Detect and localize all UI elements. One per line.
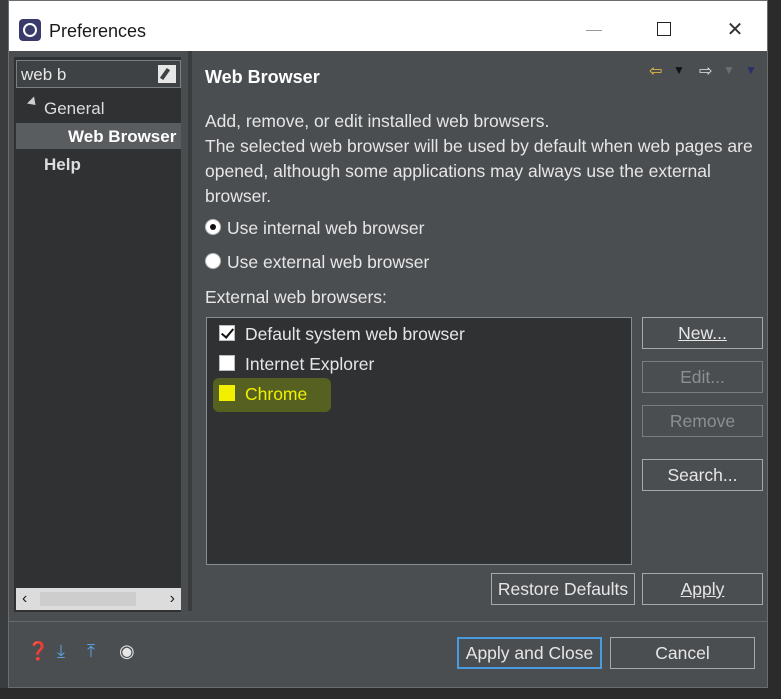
- search-button[interactable]: Search...: [642, 459, 763, 491]
- browser-label: Internet Explorer: [245, 354, 375, 374]
- edit-button[interactable]: Edit...: [642, 361, 763, 393]
- background-left-strip: [0, 0, 8, 699]
- forward-menu-chevron-icon[interactable]: ▼: [723, 63, 735, 77]
- checkbox-checked-icon[interactable]: [219, 325, 235, 342]
- browser-label: Chrome: [245, 384, 308, 404]
- apply-and-close-button[interactable]: Apply and Close: [457, 637, 602, 669]
- edit-button-label: Edit...: [680, 367, 725, 387]
- record-icon[interactable]: ◉: [119, 641, 135, 662]
- window-title: Preferences: [49, 21, 147, 41]
- minimize-button[interactable]: [574, 15, 614, 45]
- panel-splitter[interactable]: [188, 51, 192, 611]
- background-bottom-strip: [0, 688, 781, 699]
- back-arrow-icon[interactable]: ⇦: [649, 61, 662, 81]
- view-menu-icon[interactable]: ▼: [745, 63, 757, 77]
- list-item[interactable]: Chrome: [213, 378, 331, 412]
- remove-button[interactable]: Remove: [642, 405, 763, 437]
- filter-input-value: web b: [21, 65, 67, 84]
- remove-button-label: Remove: [669, 411, 736, 431]
- tree-item-web-browser[interactable]: Web Browser: [68, 127, 176, 147]
- cancel-button-label: Cancel: [655, 643, 710, 663]
- checkbox-icon[interactable]: [219, 355, 235, 372]
- restore-defaults-button[interactable]: Restore Defaults: [491, 573, 635, 605]
- page-navigation: ⇦ ▼ ⇨ ▼ ▼: [649, 61, 759, 81]
- preferences-tree-panel: web b General Web Browser Help ‹ ›: [14, 57, 181, 612]
- maximize-button[interactable]: [645, 15, 685, 45]
- forward-arrow-icon[interactable]: ⇨: [699, 61, 712, 81]
- cancel-button[interactable]: Cancel: [610, 637, 755, 669]
- browser-list[interactable]: Default system web browser Internet Expl…: [206, 317, 632, 565]
- new-button-label: New...: [678, 323, 727, 343]
- background-right-strip: [767, 0, 781, 699]
- scrollbar-thumb[interactable]: [40, 592, 136, 606]
- list-item[interactable]: Default system web browser: [219, 324, 465, 345]
- external-browser-radio[interactable]: Use external web browser: [205, 252, 429, 273]
- internal-browser-radio[interactable]: Use internal web browser: [205, 218, 424, 239]
- search-button-label: Search...: [667, 465, 738, 485]
- apply-button-label: Apply: [680, 579, 725, 599]
- import-icon[interactable]: ⤓: [57, 641, 65, 662]
- list-item[interactable]: Internet Explorer: [219, 354, 374, 375]
- radio-checked-icon[interactable]: [205, 219, 221, 236]
- page-description: Add, remove, or edit installed web brows…: [205, 111, 753, 206]
- internal-browser-label: Use internal web browser: [227, 218, 425, 238]
- footer-separator: [9, 621, 767, 622]
- clear-filter-icon[interactable]: [158, 65, 176, 83]
- external-browser-label: Use external web browser: [227, 252, 430, 272]
- close-button[interactable]: ✕: [715, 15, 755, 45]
- checkbox-icon[interactable]: [219, 385, 235, 402]
- eclipse-icon: [19, 19, 41, 41]
- radio-unchecked-icon[interactable]: [205, 253, 221, 270]
- title-bar: Preferences ✕: [9, 1, 767, 51]
- apply-and-close-label: Apply and Close: [465, 643, 594, 663]
- apply-button[interactable]: Apply: [642, 573, 763, 605]
- scroll-right-icon[interactable]: ›: [170, 590, 175, 608]
- external-browsers-label: External web browsers:: [205, 287, 387, 307]
- new-button[interactable]: New...: [642, 317, 763, 349]
- restore-defaults-label: Restore Defaults: [497, 579, 629, 599]
- preferences-dialog: Preferences ✕ web b General Web Browser …: [8, 0, 768, 688]
- filter-input[interactable]: web b: [16, 60, 181, 88]
- page-title: Web Browser: [205, 67, 320, 87]
- browser-label: Default system web browser: [245, 324, 465, 344]
- tree-item-general[interactable]: General: [44, 99, 104, 119]
- help-icon[interactable]: ❓: [27, 641, 49, 662]
- export-icon[interactable]: ⤒: [87, 641, 95, 662]
- scroll-left-icon[interactable]: ‹: [22, 590, 27, 608]
- horizontal-scrollbar[interactable]: ‹ ›: [16, 588, 181, 610]
- tree-expand-icon[interactable]: [26, 96, 40, 109]
- back-menu-chevron-icon[interactable]: ▼: [673, 63, 685, 77]
- tree-item-help[interactable]: Help: [44, 155, 81, 175]
